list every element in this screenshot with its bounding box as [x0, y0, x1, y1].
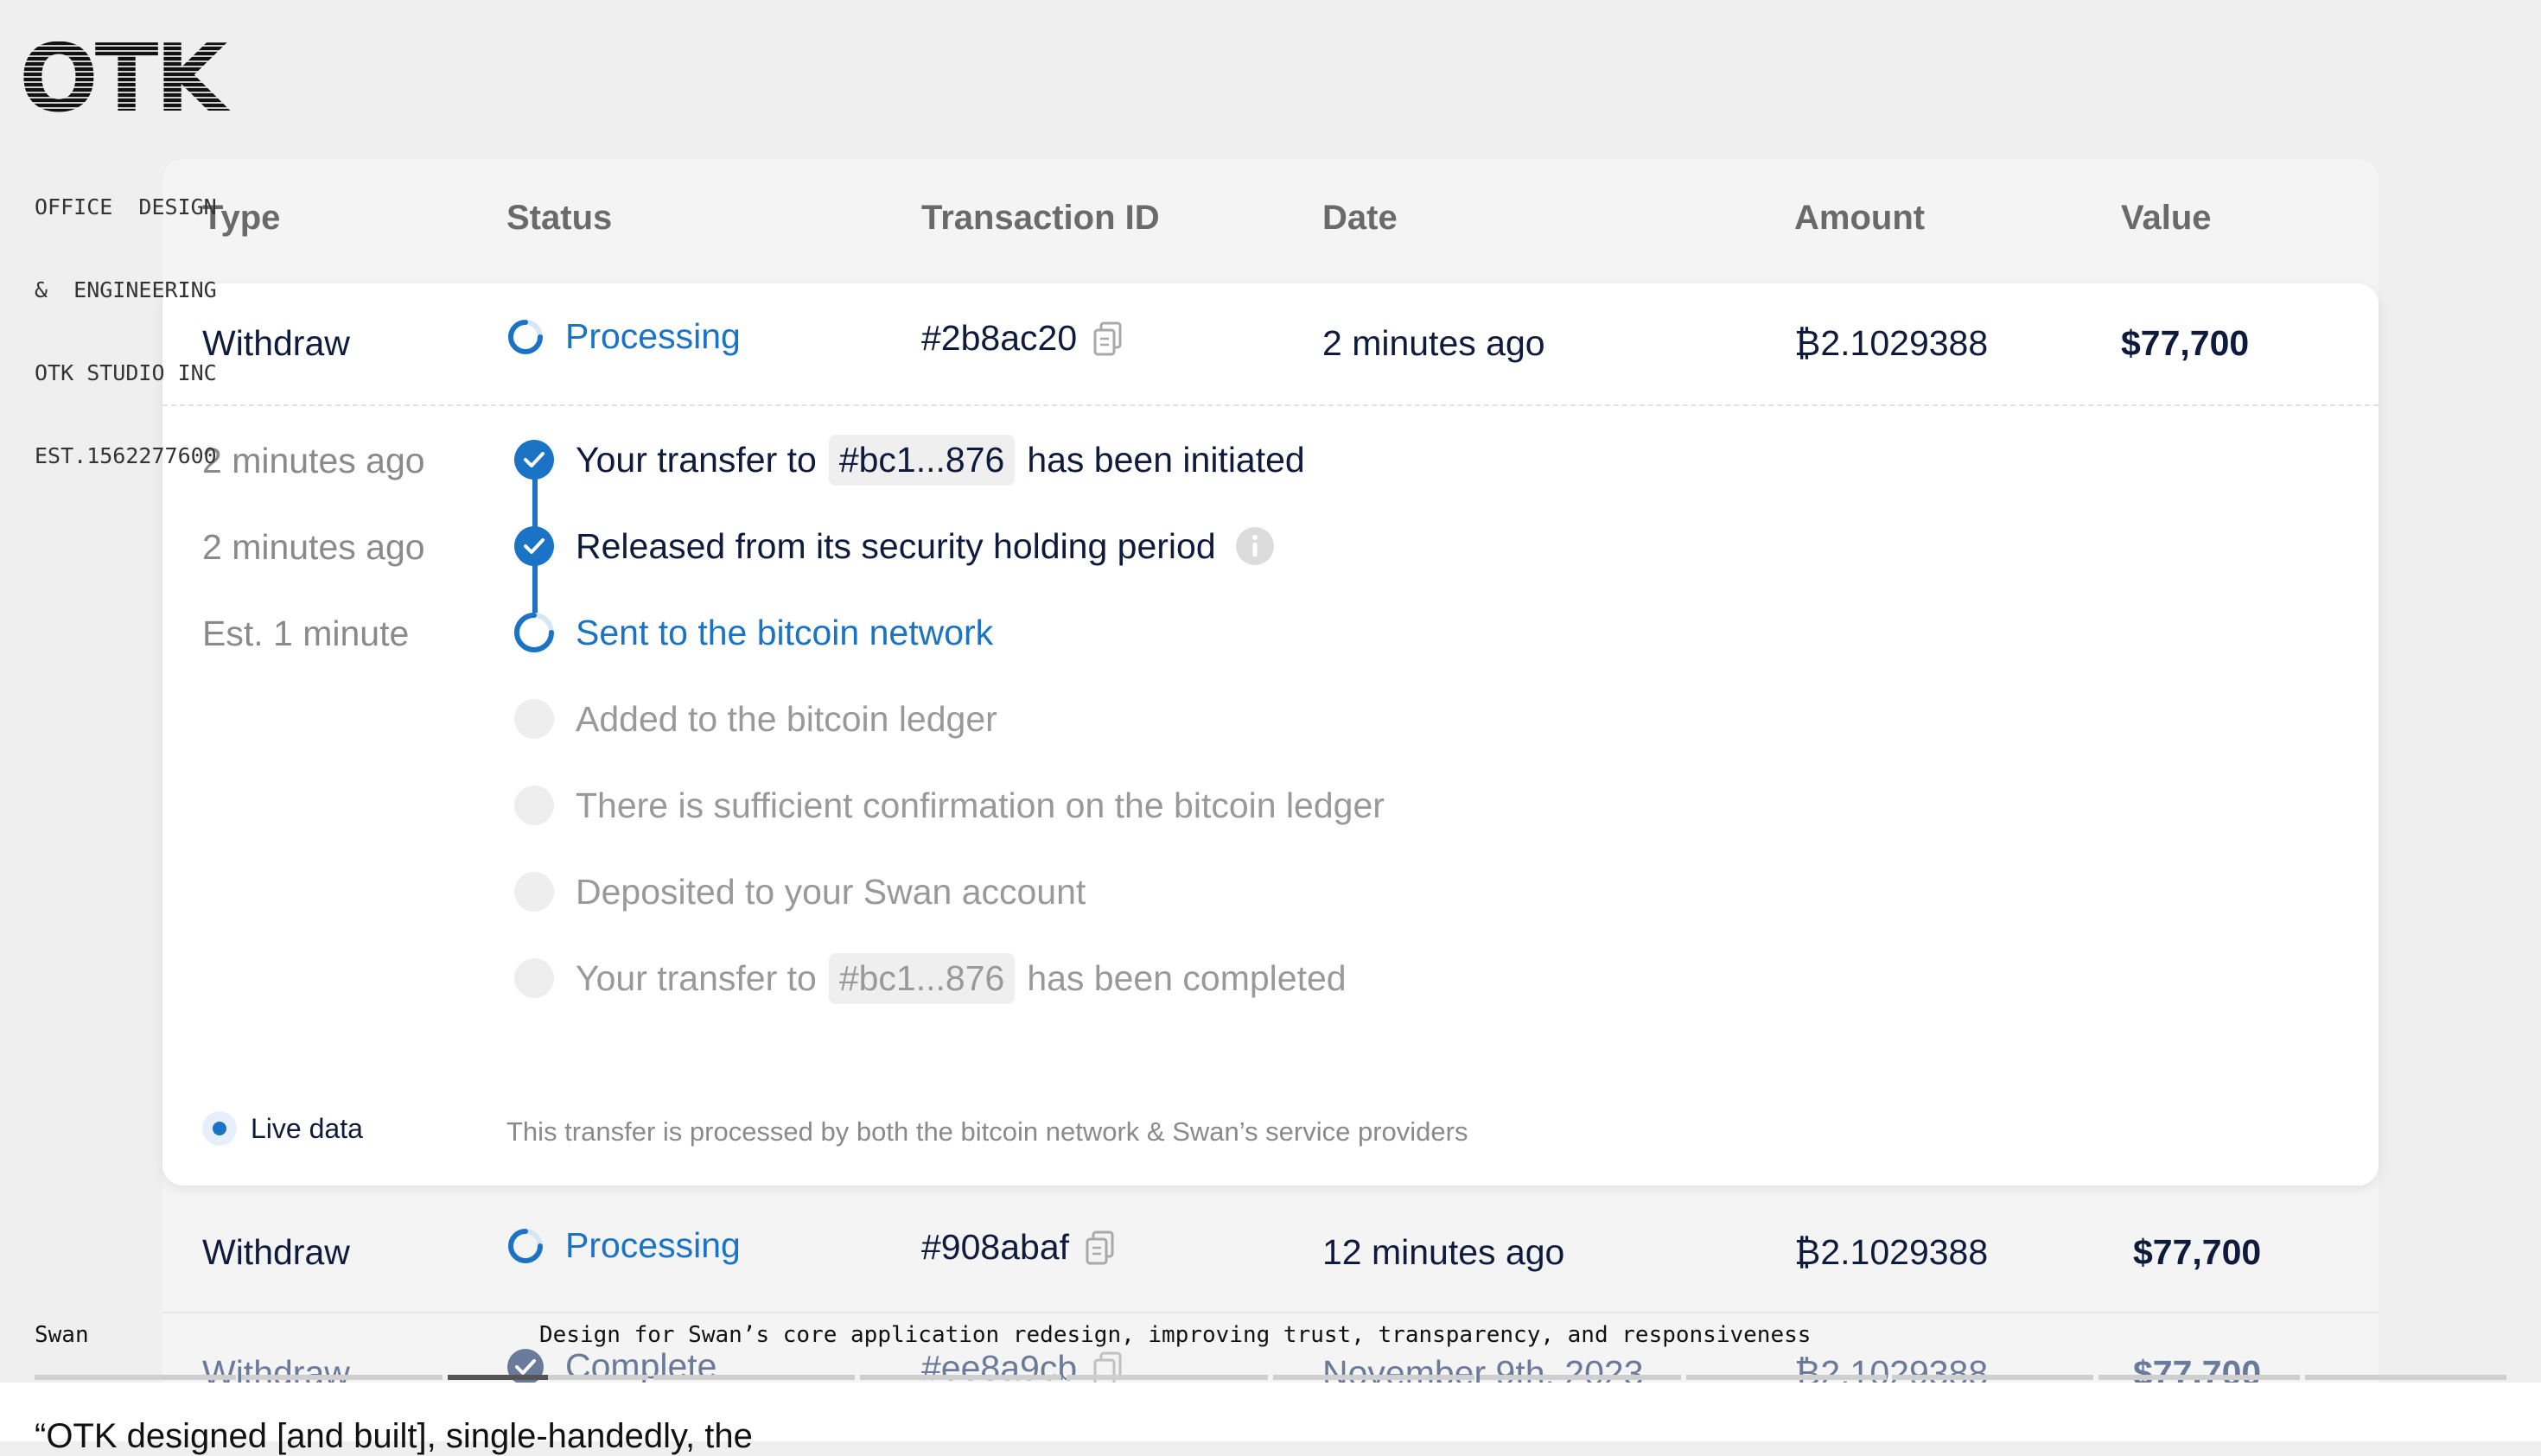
status-text: Processing	[565, 1225, 741, 1265]
timeline-step-text: Deposited to your Swan account	[576, 871, 1086, 912]
slideshow-progress[interactable]	[35, 1375, 2506, 1380]
spinner-icon	[508, 1228, 543, 1263]
timeline-step: Est. 1 minute Sent to the bitcoin networ…	[162, 607, 2379, 658]
row-status: Processing	[506, 1225, 741, 1266]
row-date: 2 minutes ago	[1322, 323, 1545, 363]
address-chip[interactable]: #bc1...876	[828, 952, 1016, 1004]
timeline-step-time: Est. 1 minute	[202, 614, 410, 653]
timeline-step-label: Released from its security holding perio…	[576, 520, 1275, 572]
table-row[interactable]: Withdraw Processing #908abaf 12 minutes …	[162, 1192, 2379, 1313]
row-value: $77,700	[2121, 323, 2250, 363]
timeline-step: There is sufficient confirmation on the …	[162, 779, 2379, 831]
address-chip[interactable]: #bc1...876	[828, 434, 1016, 486]
row-type: Withdraw	[202, 1232, 350, 1272]
copy-icon[interactable]	[1092, 321, 1124, 356]
progress-segment[interactable]	[860, 1375, 1062, 1380]
copy-icon[interactable]	[1085, 1230, 1116, 1265]
row-transaction-id: #2b8ac20	[921, 318, 1124, 359]
copy-icon[interactable]	[1092, 1351, 1124, 1386]
timeline-step-text: Your transfer to	[576, 957, 817, 998]
expanded-transaction-card: Withdraw Processing #2b8ac20 2 minutes a…	[162, 283, 2379, 1186]
row-status: Processing	[506, 316, 741, 357]
progress-segment[interactable]	[653, 1375, 856, 1380]
table-header: Type Status Transaction ID Date Amount V…	[162, 159, 2379, 283]
spinner-icon	[508, 319, 543, 354]
row-type: Withdraw	[202, 323, 350, 363]
row-transaction-id: #908abaf	[921, 1227, 1116, 1268]
row-status: Complete	[506, 1346, 716, 1387]
testimonial-quote: “OTK designed [and built], single-handed…	[35, 1417, 753, 1455]
timeline-step: 2 minutes ago Your transfer to #bc1...87…	[162, 434, 2379, 486]
progress-segment[interactable]	[1272, 1375, 1474, 1380]
live-dot-icon	[202, 1111, 237, 1146]
timeline-step-time: 2 minutes ago	[202, 527, 425, 567]
timeline-step: Added to the bitcoin ledger	[162, 693, 2379, 745]
timeline-step-text: Sent to the bitcoin network	[576, 612, 994, 652]
timeline-step-label: Added to the bitcoin ledger	[576, 693, 997, 745]
studio-info: OFFICE DESIGN & ENGINEERING OTK STUDIO I…	[35, 138, 217, 498]
progress-segment[interactable]	[2098, 1375, 2301, 1380]
logo-text: OTK	[19, 25, 227, 133]
project-description: Design for Swan’s core application redes…	[539, 1322, 1812, 1348]
card-footer: Live data This transfer is processed by …	[162, 1104, 2379, 1156]
timeline-step-label: Sent to the bitcoin network	[576, 607, 993, 658]
timeline-step-text: Added to the bitcoin ledger	[576, 698, 997, 739]
studio-info-line: & ENGINEERING	[35, 277, 217, 302]
pending-dot-icon	[513, 957, 555, 999]
live-data-indicator: Live data	[202, 1111, 363, 1146]
project-client: Swan	[35, 1322, 89, 1348]
check-circle-icon	[514, 526, 554, 566]
header-value[interactable]: Value	[2121, 199, 2212, 238]
check-circle-icon	[514, 440, 554, 480]
header-transaction-id[interactable]: Transaction ID	[921, 199, 1160, 238]
timeline-step-text: Released from its security holding perio…	[576, 525, 1216, 566]
timeline-step: Deposited to your Swan account	[162, 866, 2379, 918]
progress-segment[interactable]	[1479, 1375, 1681, 1380]
progress-segment[interactable]	[1067, 1375, 1268, 1380]
row-date: 12 minutes ago	[1322, 1232, 1565, 1272]
timeline-step-text: Your transfer to	[576, 439, 817, 480]
pending-dot-icon	[513, 785, 555, 826]
studio-info-line: EST.1562277600	[35, 443, 217, 468]
footer-note: This transfer is processed by both the b…	[506, 1116, 1468, 1147]
row-amount: ₿2.1029388	[1794, 1232, 1989, 1272]
progress-segment[interactable]	[447, 1375, 649, 1380]
progress-segment[interactable]	[240, 1375, 443, 1380]
header-status[interactable]: Status	[506, 199, 612, 238]
spinner-icon	[514, 613, 554, 652]
timeline-step-label: Your transfer to #bc1...876 has been com…	[576, 952, 1347, 1004]
status-text: Complete	[565, 1346, 717, 1386]
timeline-step: Your transfer to #bc1...876 has been com…	[162, 952, 2379, 1004]
progress-segment[interactable]	[1892, 1375, 2094, 1380]
studio-info-line: OTK STUDIO INC	[35, 360, 217, 385]
row-amount: ₿2.1029388	[1794, 323, 1989, 363]
timeline-step-text-suffix: has been completed	[1027, 957, 1347, 998]
status-text: Processing	[565, 316, 741, 356]
transactions-table: Type Status Transaction ID Date Amount V…	[162, 159, 2379, 1441]
pending-dot-icon	[513, 698, 555, 740]
timeline-step-label: Your transfer to #bc1...876 has been ini…	[576, 434, 1305, 486]
row-value: $77,700	[2133, 1232, 2262, 1272]
table-row[interactable]: Withdraw Processing #2b8ac20 2 minutes a…	[162, 283, 2379, 406]
timeline-step: 2 minutes ago Released from its security…	[162, 520, 2379, 572]
timeline-step-label: There is sufficient confirmation on the …	[576, 779, 1385, 831]
otk-logo: OTK	[17, 25, 254, 133]
header-amount[interactable]: Amount	[1794, 199, 1925, 238]
transaction-id-text: #2b8ac20	[921, 318, 1078, 358]
pending-dot-icon	[513, 871, 555, 912]
header-date[interactable]: Date	[1322, 199, 1398, 238]
timeline-step-time: 2 minutes ago	[202, 441, 425, 480]
live-data-label: Live data	[251, 1112, 363, 1144]
studio-info-line: OFFICE DESIGN	[35, 194, 217, 219]
timeline-step-text: There is sufficient confirmation on the …	[576, 785, 1385, 825]
progress-segment[interactable]	[2305, 1375, 2506, 1380]
progress-segment[interactable]	[35, 1375, 236, 1380]
timeline-step-text-suffix: has been initiated	[1027, 439, 1305, 480]
timeline-step-label: Deposited to your Swan account	[576, 866, 1086, 918]
progress-segment[interactable]	[1685, 1375, 1888, 1380]
transaction-id-text: #908abaf	[921, 1227, 1070, 1267]
info-icon[interactable]	[1235, 526, 1275, 566]
progress-segment-fill	[447, 1375, 549, 1380]
